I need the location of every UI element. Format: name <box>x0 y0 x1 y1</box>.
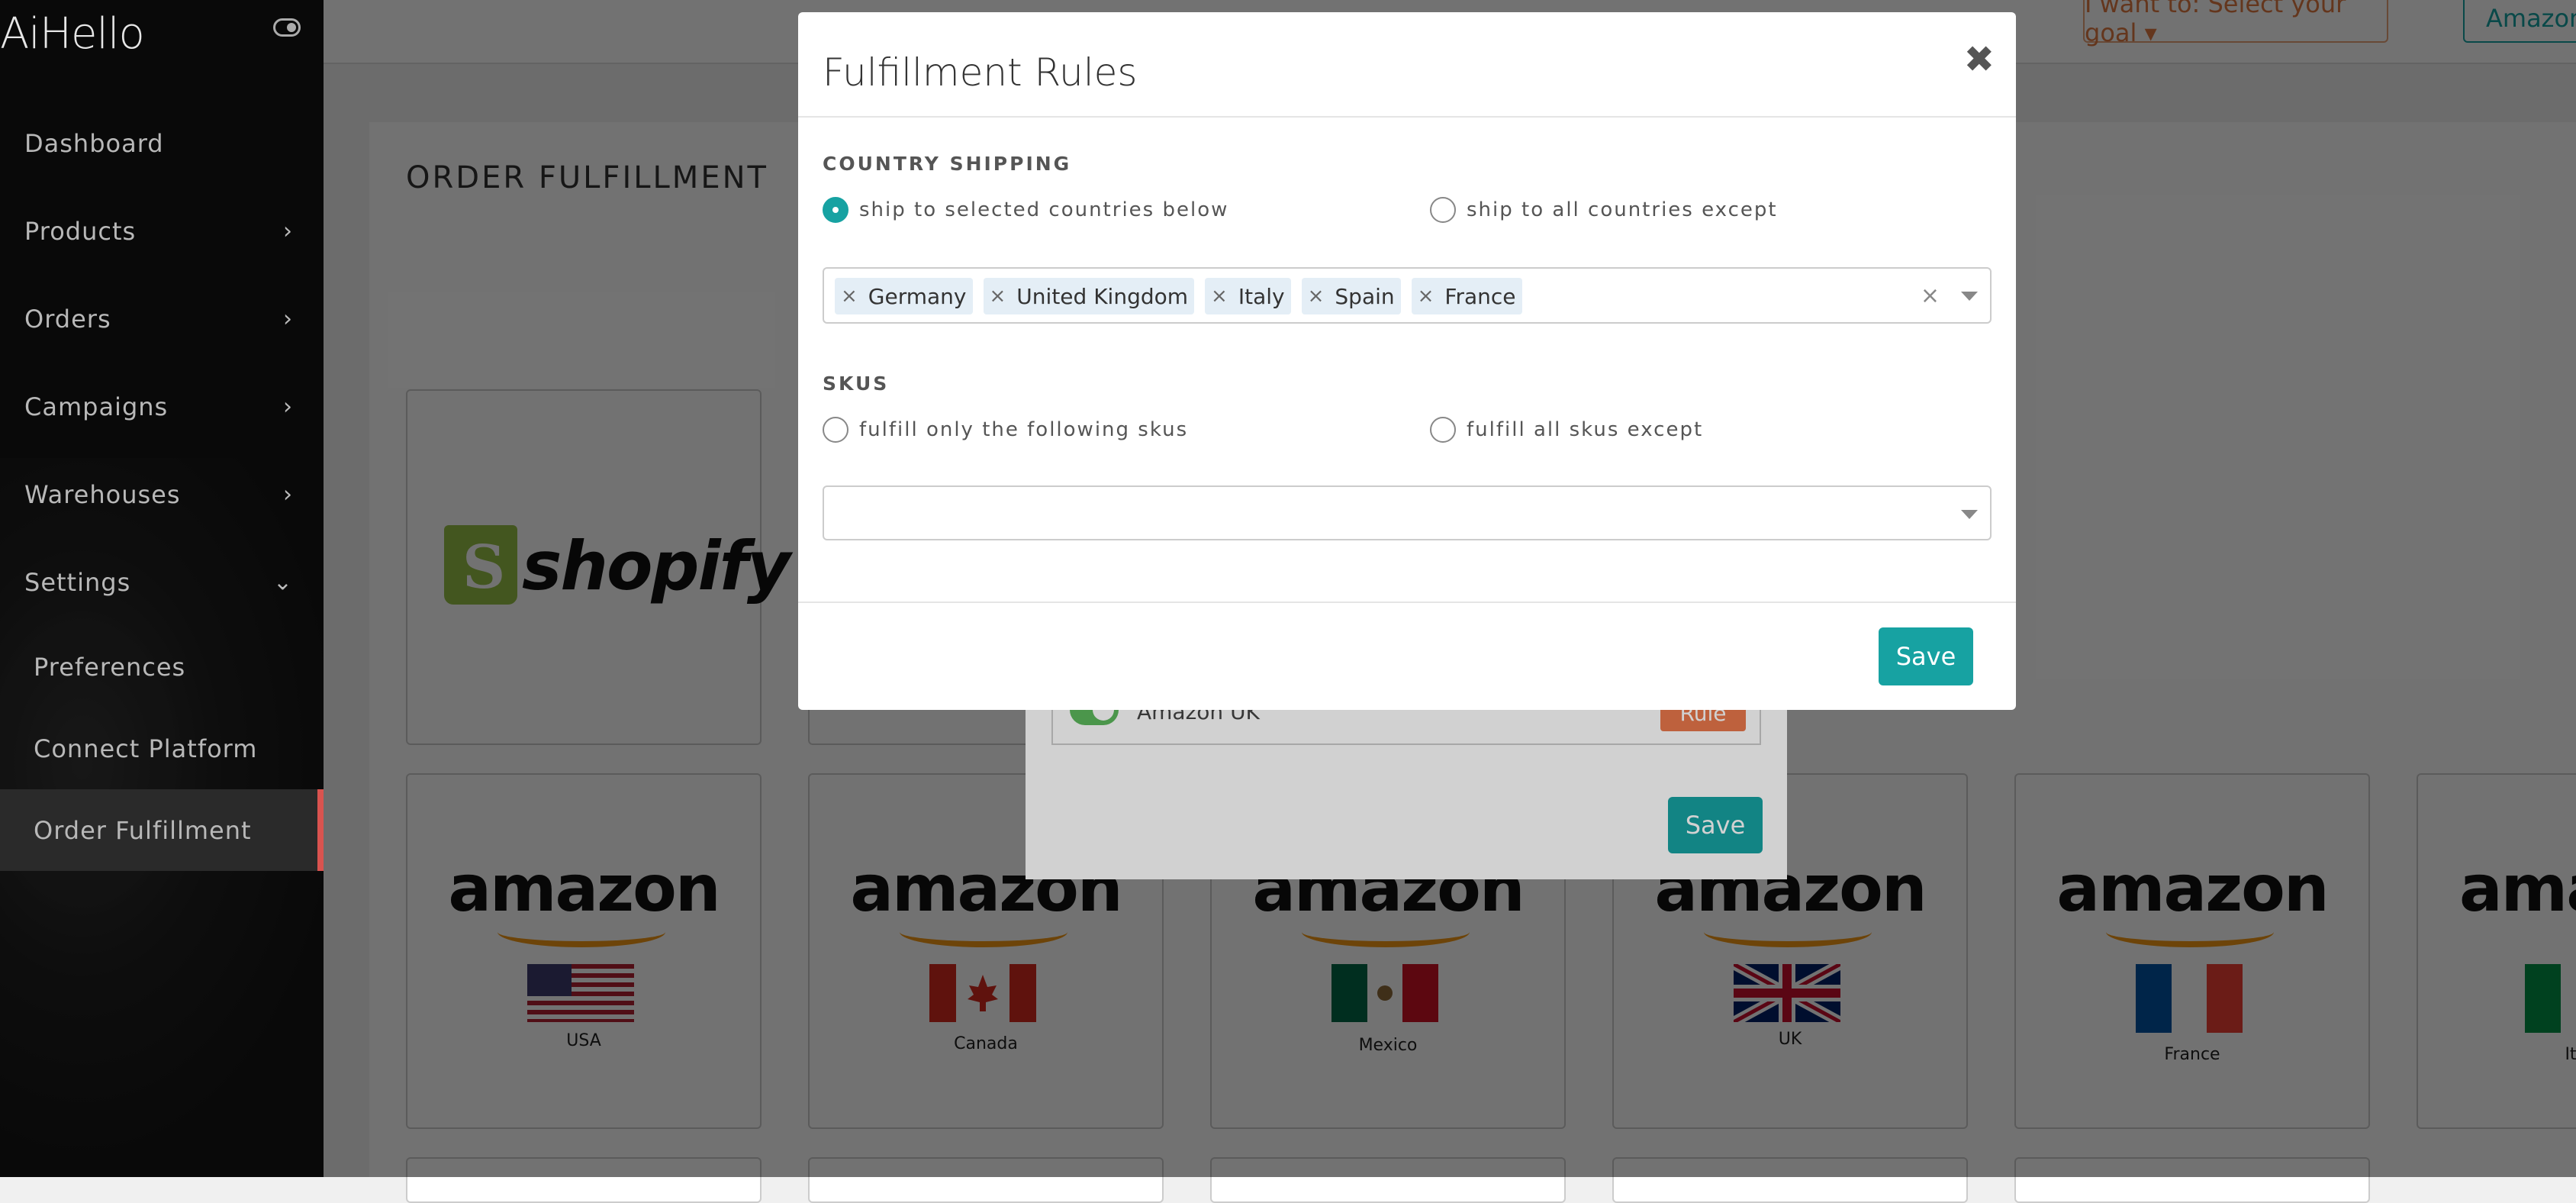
clear-selection-icon[interactable]: × <box>1921 282 1940 309</box>
chevron-right-icon: › <box>283 481 293 508</box>
sidebar-item-dashboard[interactable]: Dashboard <box>0 99 324 187</box>
remove-tag-icon[interactable]: × <box>841 285 858 308</box>
radio-unchecked-icon <box>1430 197 1456 223</box>
radio-label: ship to selected countries below <box>859 198 1229 221</box>
country-tag: × Spain <box>1301 278 1401 314</box>
chevron-right-icon: › <box>283 218 293 244</box>
skus-options: fulfill only the following skus fulfill … <box>823 417 1998 447</box>
country-tag: × United Kingdom <box>983 278 1195 314</box>
radio-unchecked-icon <box>1430 417 1456 443</box>
radio-fulfill-all-except[interactable]: fulfill all skus except <box>1430 417 1703 443</box>
sidebar-item-products[interactable]: Products › <box>0 187 324 275</box>
sidebar-toggle-icon[interactable] <box>273 18 301 37</box>
sidebar-item-label: Connect Platform <box>34 734 258 763</box>
modal-footer: Save <box>798 602 2016 710</box>
sidebar-item-label: Preferences <box>34 652 186 682</box>
country-tag-label: Italy <box>1238 283 1285 309</box>
remove-tag-icon[interactable]: × <box>1418 285 1435 308</box>
chevron-right-icon: › <box>283 305 293 332</box>
save-button[interactable]: Save <box>1879 627 1973 685</box>
radio-unchecked-icon <box>823 417 848 443</box>
country-tag-label: France <box>1444 283 1516 309</box>
sidebar-subitem-preferences[interactable]: Preferences <box>0 626 324 708</box>
country-tag: × France <box>1411 278 1522 314</box>
sidebar-item-label: Order Fulfillment <box>34 815 252 845</box>
country-tag-label: Spain <box>1335 283 1395 309</box>
country-tag: × Germany <box>835 278 973 314</box>
country-shipping-label: COUNTRY SHIPPING <box>823 153 1072 175</box>
dropdown-caret-icon[interactable] <box>1961 292 1978 301</box>
radio-label: ship to all countries except <box>1467 198 1778 221</box>
dropdown-caret-icon[interactable] <box>1961 510 1978 519</box>
sidebar-subitem-order-fulfillment[interactable]: Order Fulfillment <box>0 789 324 871</box>
sidebar-item-label: Warehouses <box>24 479 181 509</box>
sidebar-nav: Dashboard Products › Orders › Campaigns … <box>0 99 324 871</box>
radio-label: fulfill only the following skus <box>859 418 1189 441</box>
modal-header: Fulfillment Rules ✖ <box>798 12 2016 118</box>
radio-fulfill-only[interactable]: fulfill only the following skus <box>823 417 1188 443</box>
radio-label: fulfill all skus except <box>1467 418 1704 441</box>
sidebar-item-label: Orders <box>24 304 111 334</box>
sidebar-item-label: Campaigns <box>24 392 169 421</box>
remove-tag-icon[interactable]: × <box>1211 285 1228 308</box>
modal-title: Fulfillment Rules <box>823 50 1138 95</box>
chevron-right-icon: › <box>283 393 293 420</box>
sidebar-item-label: Settings <box>24 567 131 597</box>
country-shipping-options: ship to selected countries below ship to… <box>823 197 1998 227</box>
radio-checked-icon <box>823 197 848 223</box>
country-tag-label: Germany <box>868 283 967 309</box>
close-icon[interactable]: ✖ <box>1964 38 1995 81</box>
remove-tag-icon[interactable]: × <box>990 285 1006 308</box>
sidebar-item-settings[interactable]: Settings ⌄ <box>0 538 324 626</box>
skus-label: SKUS <box>823 373 890 395</box>
sidebar-item-warehouses[interactable]: Warehouses › <box>0 450 324 538</box>
remove-tag-icon[interactable]: × <box>1308 285 1325 308</box>
sidebar-item-campaigns[interactable]: Campaigns › <box>0 363 324 450</box>
country-tags: × Germany × United Kingdom × Italy × Spain ×… <box>835 278 1522 314</box>
sidebar-subitem-connect-platform[interactable]: Connect Platform <box>0 708 324 789</box>
fulfillment-rules-modal: Fulfillment Rules ✖ COUNTRY SHIPPING shi… <box>798 12 2016 710</box>
app-logo[interactable]: AiHello <box>0 9 145 59</box>
radio-ship-all-except[interactable]: ship to all countries except <box>1430 197 1778 223</box>
sidebar-item-label: Products <box>24 216 137 246</box>
radio-ship-selected[interactable]: ship to selected countries below <box>823 197 1228 223</box>
sku-select[interactable] <box>823 485 1992 540</box>
sidebar-item-orders[interactable]: Orders › <box>0 275 324 363</box>
chevron-down-icon: ⌄ <box>272 569 293 595</box>
country-tag-label: United Kingdom <box>1016 283 1189 309</box>
country-multiselect[interactable]: × Germany × United Kingdom × Italy × Spain ×… <box>823 267 1992 324</box>
sidebar-item-label: Dashboard <box>24 128 164 158</box>
country-tag: × Italy <box>1205 278 1291 314</box>
